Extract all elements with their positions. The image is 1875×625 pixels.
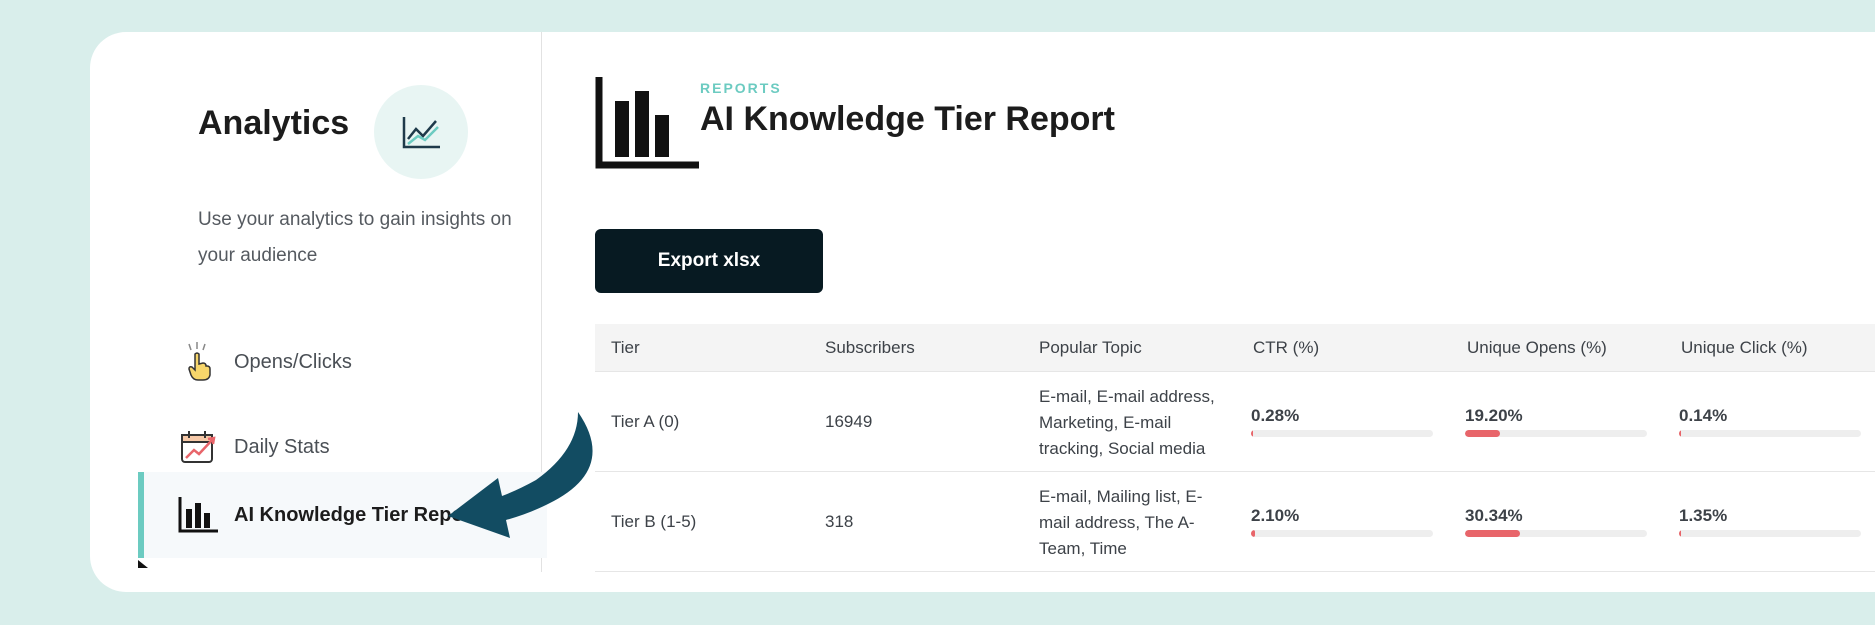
table-header: Tier Subscribers Popular Topic CTR (%) U… — [595, 324, 1875, 372]
cell-ctr: 2.10% — [1251, 506, 1433, 537]
sidebar-description: Use your analytics to gain insights on y… — [198, 209, 512, 266]
ctr-bar-fill — [1251, 430, 1253, 437]
ctr-bar — [1251, 530, 1433, 537]
clicks-bar — [1679, 430, 1861, 437]
cell-subscribers: 318 — [825, 511, 854, 531]
analytics-card: Analytics Use your analytics to gain ins… — [90, 32, 1875, 592]
line-chart-icon — [402, 117, 440, 149]
cell-tier: Tier B (1-5) — [611, 511, 697, 531]
cell-popular-topic: E-mail, Mailing list, E-mail address, Th… — [1039, 487, 1203, 558]
corner-marker — [138, 560, 148, 568]
clicks-value: 1.35% — [1679, 506, 1728, 525]
column-header-ctr: CTR (%) — [1253, 338, 1320, 357]
table-row: Tier A (0) 16949 E-mail, E-mail address,… — [595, 372, 1875, 472]
clicks-bar-fill — [1679, 430, 1681, 437]
clicks-bar — [1679, 530, 1861, 537]
column-header-unique-click: Unique Click (%) — [1681, 338, 1808, 357]
opens-value: 19.20% — [1465, 406, 1523, 425]
main-content: REPORTS AI Knowledge Tier Report Export … — [542, 32, 1875, 592]
sidebar-title: Analytics — [198, 104, 350, 142]
curved-arrow-icon — [448, 412, 593, 538]
cell-ctr: 0.28% — [1251, 406, 1433, 437]
cell-unique-click: 0.14% — [1679, 406, 1861, 437]
table-row: Tier B (1-5) 318 E-mail, Mailing list, E… — [595, 472, 1875, 572]
column-header-subscribers: Subscribers — [825, 338, 915, 357]
ctr-bar — [1251, 430, 1433, 437]
cell-unique-click: 1.35% — [1679, 506, 1861, 537]
cell-subscribers: 16949 — [825, 411, 873, 431]
clicks-value: 0.14% — [1679, 406, 1728, 425]
column-header-popular-topic: Popular Topic — [1039, 338, 1142, 357]
sidebar-item-label: Opens/Clicks — [234, 350, 352, 373]
sidebar-item-label: Daily Stats — [234, 435, 330, 458]
clicks-bar-fill — [1679, 530, 1682, 537]
bar-chart-icon — [595, 77, 699, 169]
cell-tier: Tier A (0) — [611, 411, 680, 431]
page-title: AI Knowledge Tier Report — [700, 100, 1115, 138]
opens-bar — [1465, 530, 1647, 537]
cell-popular-topic: E-mail, E-mail address, Marketing, E-mai… — [1039, 387, 1215, 458]
opens-bar-fill — [1465, 430, 1500, 437]
opens-bar — [1465, 430, 1647, 437]
export-xlsx-button[interactable]: Export xlsx — [595, 229, 823, 293]
column-header-unique-opens: Unique Opens (%) — [1467, 338, 1607, 357]
opens-value: 30.34% — [1465, 506, 1523, 525]
ctr-bar-fill — [1251, 530, 1255, 537]
pointing-hand-icon — [178, 342, 218, 382]
opens-bar-fill — [1465, 530, 1521, 537]
ctr-value: 2.10% — [1251, 506, 1300, 525]
page-kicker: REPORTS — [700, 80, 782, 96]
analytics-badge — [374, 85, 468, 179]
calendar-chart-icon — [178, 427, 218, 467]
cell-unique-opens: 30.34% — [1465, 506, 1647, 537]
tier-report-table: Tier Subscribers Popular Topic CTR (%) U… — [595, 324, 1875, 572]
column-header-tier: Tier — [611, 338, 640, 357]
ctr-value: 0.28% — [1251, 406, 1300, 425]
cell-unique-opens: 19.20% — [1465, 406, 1647, 437]
bar-chart-icon — [178, 495, 218, 535]
